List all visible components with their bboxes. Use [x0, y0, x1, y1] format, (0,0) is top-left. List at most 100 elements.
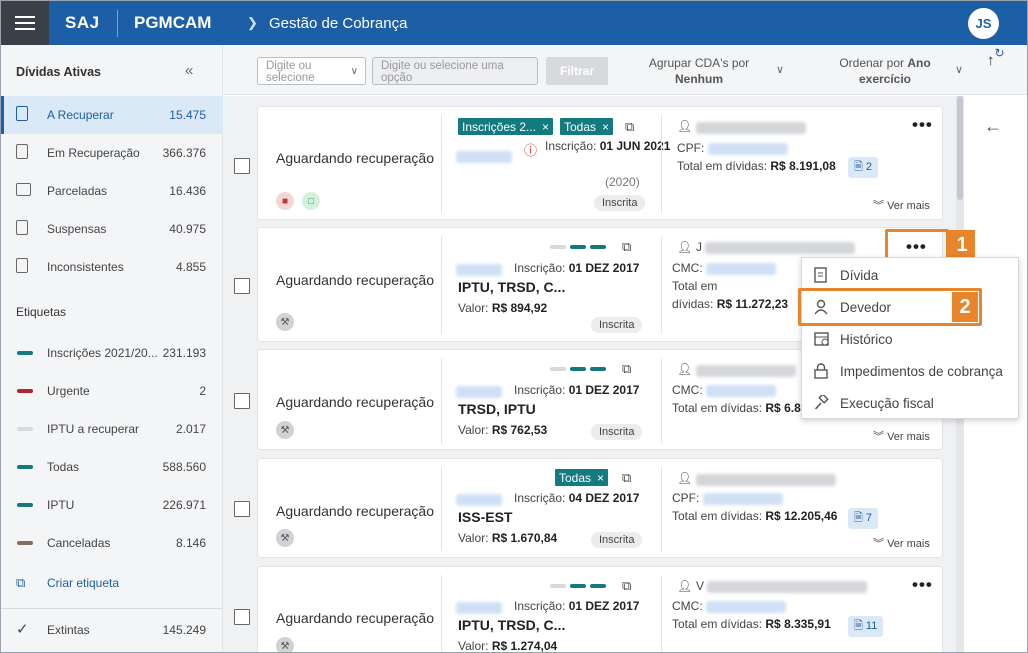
tag-color-swatch	[17, 541, 33, 545]
sort-direction-icon[interactable]: ↑↻	[987, 46, 1005, 69]
row-checkbox[interactable]	[234, 393, 250, 409]
user-avatar[interactable]: JS	[968, 8, 999, 39]
chevron-down-icon[interactable]: ∨	[955, 63, 963, 76]
order-by-select[interactable]: Ordenar por Ano exercício	[827, 55, 943, 87]
tag-item[interactable]: Canceladas 8.146	[1, 524, 223, 562]
cda-card[interactable]: Aguardando recuperação ⚒ Todas × ⧉ Inscri…	[257, 458, 943, 558]
add-tag-icon[interactable]: ⧉	[625, 119, 634, 135]
document-pause-icon	[16, 220, 32, 238]
tag-count: 231.193	[162, 346, 206, 360]
tag-item[interactable]: Inscrições 2021/20... 231.193	[1, 334, 223, 372]
filter-select-1[interactable]: Digite ou selecione ∨	[257, 57, 366, 85]
tag-item[interactable]: Urgente 2	[1, 372, 223, 410]
tag-count: 8.146	[175, 536, 206, 550]
close-icon[interactable]: ×	[542, 120, 549, 134]
add-tag-icon[interactable]: ⧉	[622, 470, 631, 486]
see-more-link[interactable]: ︾ Ver mais	[873, 535, 930, 551]
tag-color-swatch	[17, 427, 33, 431]
tag-color-swatch	[17, 389, 33, 393]
see-more-link[interactable]: ︾ Ver mais	[873, 197, 930, 213]
tag-item[interactable]: Todas 588.560	[1, 448, 223, 486]
debtor-name[interactable]	[696, 365, 796, 377]
sidebar-item-count: 366.376	[162, 146, 206, 160]
add-tag-icon[interactable]: ⧉	[622, 361, 631, 377]
row-checkbox[interactable]	[234, 158, 250, 174]
inscricao-date: Inscrição: 04 DEZ 2017	[514, 491, 640, 505]
row-checkbox[interactable]	[234, 501, 250, 517]
document-count[interactable]: 🗎︎ 7	[848, 508, 879, 529]
row-checkbox[interactable]	[234, 278, 250, 294]
document-alert-icon	[16, 258, 32, 276]
cda-number[interactable]	[456, 151, 512, 163]
menu-item-label: Execução fiscal	[840, 395, 934, 411]
collapse-icon[interactable]: «	[185, 62, 193, 79]
debtor-name[interactable]	[696, 122, 806, 134]
sidebar-item-label: Inconsistentes	[47, 260, 124, 274]
card-divider	[441, 236, 442, 334]
more-options-button[interactable]: •••	[912, 575, 933, 595]
more-options-button[interactable]: •••	[906, 237, 927, 257]
menu-item-execucao-fiscal[interactable]: Execução fiscal	[802, 387, 1020, 419]
more-options-button[interactable]: •••	[912, 115, 933, 135]
debt-value: Valor: R$ 894,92	[458, 301, 548, 315]
sidebar-item-suspensas[interactable]: Suspensas 40.975	[1, 210, 223, 248]
debt-value: Valor: R$ 1.274,04	[458, 639, 558, 653]
card-divider	[441, 467, 442, 551]
sidebar-item-inconsistentes[interactable]: Inconsistentes 4.855	[1, 248, 223, 286]
tag-color-swatch	[17, 465, 33, 469]
document-count[interactable]: 🗎︎ 11	[848, 616, 884, 637]
cda-number[interactable]	[456, 386, 502, 398]
document-count[interactable]: 🗎︎ 2	[848, 157, 879, 178]
filter-button[interactable]: Filtrar	[546, 57, 608, 85]
sidebar-item-a-recuperar[interactable]: A Recuperar 15.475	[1, 96, 223, 134]
filter-select-2[interactable]: Digite ou selecione uma opção	[372, 57, 538, 85]
sidebar-item-parceladas[interactable]: Parceladas 16.436	[1, 172, 223, 210]
sidebar-item-label: A Recuperar	[47, 108, 114, 122]
scrollbar-thumb[interactable]	[957, 96, 963, 200]
sidebar-item-extintas[interactable]: ✓ Extintas 145.249	[1, 611, 223, 649]
tag-chip[interactable]: Inscrições 2... ×	[458, 118, 554, 135]
sidebar-item-label: Parceladas	[47, 184, 108, 198]
debtor-name[interactable]: V	[696, 579, 868, 593]
tag-item[interactable]: IPTU 226.971	[1, 486, 223, 524]
person-icon: 👤︎	[677, 240, 693, 254]
sidebar-item-label: Suspensas	[47, 222, 107, 236]
cda-card[interactable]: Aguardando recuperação ■ □ Inscrições 2.…	[257, 106, 943, 220]
cda-number[interactable]	[456, 494, 502, 506]
debtor-name[interactable]: J	[696, 240, 856, 254]
cda-card[interactable]: Aguardando recuperação ⚒ ⧉ Inscrição: 01…	[257, 566, 943, 653]
menu-item-label: Dívida	[840, 267, 879, 283]
tag-chip-label: Inscrições 2...	[462, 119, 537, 134]
close-icon[interactable]: ×	[602, 120, 609, 134]
total-debts: Total em dívidas: R$ 12.205,46	[672, 509, 838, 523]
total-label: Total em	[672, 279, 718, 293]
see-more-link[interactable]: ︾ Ver mais	[873, 428, 930, 444]
menu-item-divida[interactable]: Dívida	[802, 259, 1020, 291]
back-arrow-icon[interactable]: ←	[984, 116, 1002, 137]
select-placeholder: Digite ou selecione	[266, 60, 315, 84]
add-tag-icon[interactable]: ⧉	[622, 578, 631, 594]
group-by-select[interactable]: Agrupar CDA's por Nenhum	[643, 55, 755, 87]
saj-logo[interactable]: SAJ	[65, 13, 100, 33]
debtor-name[interactable]	[696, 474, 836, 486]
chevron-down-icon[interactable]: ∨	[776, 63, 784, 76]
hamburger-menu-button[interactable]	[1, 1, 49, 45]
tag-item[interactable]: IPTU a recuperar 2.017	[1, 410, 223, 448]
breadcrumb[interactable]: Gestão de Cobrança	[269, 15, 407, 32]
menu-item-impedimentos[interactable]: Impedimentos de cobrança	[802, 355, 1020, 387]
card-divider	[661, 575, 662, 652]
menu-item-historico[interactable]: Histórico	[802, 323, 1020, 355]
close-icon[interactable]: ×	[597, 471, 604, 485]
menu-item-label: Impedimentos de cobrança	[840, 363, 1003, 379]
cda-number[interactable]	[456, 264, 502, 276]
add-tag-icon[interactable]: ⧉	[622, 239, 631, 255]
card-icons: ■ □	[276, 192, 320, 210]
cda-number[interactable]	[456, 602, 502, 614]
tag-chip[interactable]: Todas ×	[555, 469, 609, 486]
row-checkbox[interactable]	[234, 609, 250, 625]
app-name[interactable]: PGMCAM	[134, 13, 211, 33]
create-tag-link[interactable]: ⧉ Criar etiqueta	[1, 564, 223, 602]
tag-chip[interactable]: Todas ×	[560, 118, 614, 135]
sidebar-item-em-recuperacao[interactable]: Em Recuperação 366.376	[1, 134, 223, 172]
sidebar-item-count: 40.975	[169, 222, 206, 236]
